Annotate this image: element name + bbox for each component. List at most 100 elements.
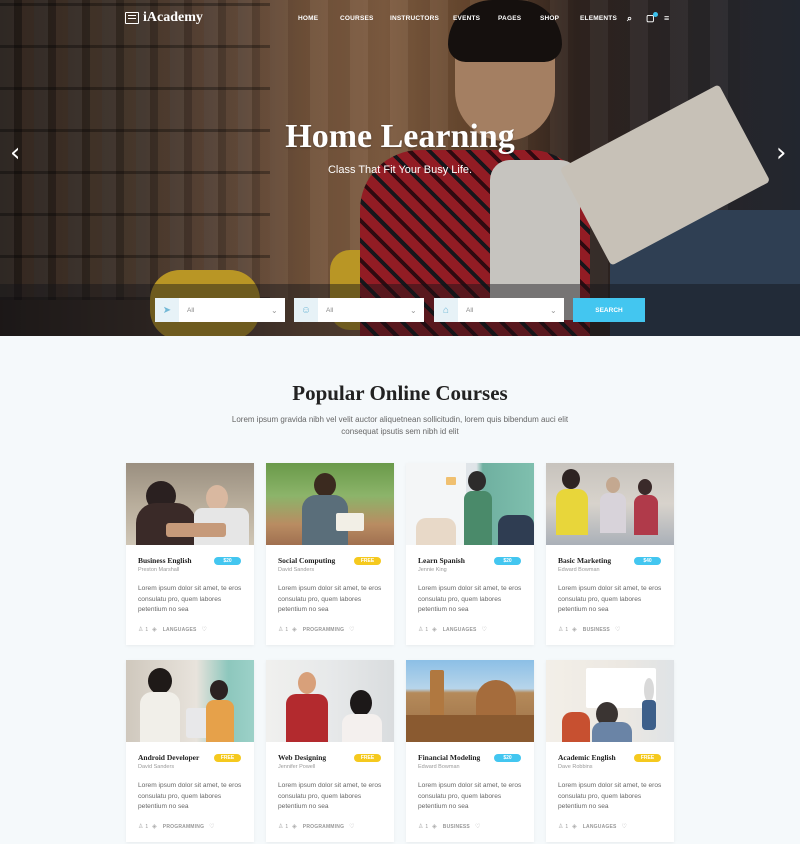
course-image[interactable] <box>406 463 534 545</box>
course-category[interactable]: LANGUAGES <box>443 627 477 633</box>
menu-icon[interactable]: ≡ <box>664 13 669 23</box>
category-select[interactable]: ⌂ All ⌄ <box>434 298 564 322</box>
cart-count-badge <box>653 12 658 17</box>
course-card[interactable]: Android Developer FREE David Sanders Lorem … <box>126 660 254 842</box>
course-category[interactable]: LANGUAGES <box>163 627 197 633</box>
course-card[interactable]: Basic Marketing $40 Edward Bowman Lorem ips… <box>546 463 674 645</box>
price-badge: FREE <box>354 754 381 762</box>
course-title[interactable]: Learn Spanish <box>418 556 465 565</box>
chevron-down-icon: ⌄ <box>410 305 417 315</box>
heart-icon[interactable]: ♡ <box>202 626 207 633</box>
course-title[interactable]: Business English <box>138 556 192 565</box>
course-description: Lorem ipsum dolor sit amet, te eros cons… <box>278 782 382 810</box>
user-icon: ♙ <box>418 627 424 633</box>
course-category[interactable]: LANGUAGES <box>583 824 617 830</box>
student-count: 1 <box>145 823 149 830</box>
course-description: Lorem ipsum dolor sit amet, te eros cons… <box>138 585 242 613</box>
heart-icon[interactable]: ♡ <box>475 823 480 830</box>
course-meta: ♙ 1 ◈ PROGRAMMING ♡ <box>278 626 357 634</box>
course-image[interactable] <box>546 660 674 742</box>
nav-shop[interactable]: SHOP <box>540 15 559 22</box>
nav-instructors[interactable]: INSTRUCTORS <box>390 15 439 22</box>
course-title[interactable]: Financial Modeling <box>418 753 480 762</box>
user-icon: ♙ <box>278 627 284 633</box>
brand-name: iAcademy <box>143 10 203 25</box>
location-select[interactable]: ➤ All ⌄ <box>155 298 285 322</box>
course-title[interactable]: Academic English <box>558 753 616 762</box>
course-category[interactable]: BUSINESS <box>583 627 610 633</box>
course-title[interactable]: Social Computing <box>278 556 335 565</box>
nav-elements[interactable]: ELEMENTS <box>580 15 617 22</box>
course-title[interactable]: Web Designing <box>278 753 326 762</box>
user-icon: ♙ <box>558 824 564 830</box>
tag-icon: ◈ <box>432 824 437 830</box>
course-instructor[interactable]: Preston Marshall <box>138 567 179 573</box>
section-description: Lorem ipsum gravida nibh vel velit aucto… <box>231 415 569 436</box>
course-description: Lorem ipsum dolor sit amet, te eros cons… <box>418 585 522 613</box>
heart-icon[interactable]: ♡ <box>622 823 627 830</box>
user-icon: ♙ <box>138 627 144 633</box>
course-card[interactable]: Web Designing FREE Jennifer Powell Lorem ip… <box>266 660 394 842</box>
course-image[interactable] <box>126 463 254 545</box>
tag-icon: ◈ <box>432 627 437 633</box>
tag-icon: ◈ <box>292 824 297 830</box>
search-button[interactable]: SEARCH <box>573 298 645 322</box>
course-meta: ♙ 1 ◈ LANGUAGES ♡ <box>138 626 209 634</box>
course-description: Lorem ipsum dolor sit amet, te eros cons… <box>278 585 382 613</box>
course-instructor[interactable]: Jennifer Powell <box>278 764 315 770</box>
user-icon: ♙ <box>418 824 424 830</box>
nav-home[interactable]: HOME <box>298 15 318 22</box>
course-category[interactable]: BUSINESS <box>443 824 470 830</box>
nav-events[interactable]: EVENTS <box>453 15 480 22</box>
heart-icon[interactable]: ♡ <box>615 626 620 633</box>
course-meta: ♙ 1 ◈ LANGUAGES ♡ <box>418 626 489 634</box>
course-instructor[interactable]: Edward Bowman <box>418 764 460 770</box>
course-image[interactable] <box>266 463 394 545</box>
course-image[interactable] <box>546 463 674 545</box>
course-card[interactable]: Business English $20 Preston Marshall Lorem… <box>126 463 254 645</box>
course-title[interactable]: Basic Marketing <box>558 556 611 565</box>
heart-icon[interactable]: ♡ <box>349 626 354 633</box>
heart-icon[interactable]: ♡ <box>482 626 487 633</box>
search-icon[interactable]: ⌕ <box>627 13 632 24</box>
course-card[interactable]: Academic English FREE Dave Robbins Lorem ip… <box>546 660 674 842</box>
course-card[interactable]: Financial Modeling $20 Edward Bowman Lorem … <box>406 660 534 842</box>
tag-icon: ◈ <box>292 627 297 633</box>
instructor-select[interactable]: ☺ All ⌄ <box>294 298 424 322</box>
tag-icon: ◈ <box>572 824 577 830</box>
hero-subtitle: Class That Fit Your Busy Life. <box>327 164 473 176</box>
course-category[interactable]: PROGRAMMING <box>163 824 204 830</box>
course-category[interactable]: PROGRAMMING <box>303 824 344 830</box>
course-meta: ♙ 1 ◈ BUSINESS ♡ <box>418 823 482 831</box>
course-instructor[interactable]: Dave Robbins <box>558 764 593 770</box>
map-pin-icon: ➤ <box>155 298 179 322</box>
course-image[interactable] <box>266 660 394 742</box>
nav-pages[interactable]: PAGES <box>498 15 521 22</box>
course-instructor[interactable]: David Sanders <box>138 764 174 770</box>
course-instructor[interactable]: Jennie King <box>418 567 447 573</box>
price-badge: $20 <box>494 754 521 762</box>
student-count: 1 <box>425 626 429 633</box>
course-category[interactable]: PROGRAMMING <box>303 627 344 633</box>
course-image[interactable] <box>406 660 534 742</box>
heart-icon[interactable]: ♡ <box>209 823 214 830</box>
heart-icon[interactable]: ♡ <box>349 823 354 830</box>
site-logo[interactable]: iAcademy <box>125 10 203 26</box>
course-instructor[interactable]: Edward Bowman <box>558 567 600 573</box>
course-description: Lorem ipsum dolor sit amet, te eros cons… <box>418 782 522 810</box>
course-meta: ♙ 1 ◈ BUSINESS ♡ <box>558 626 622 634</box>
course-card[interactable]: Social Computing FREE David Sanders Lorem i… <box>266 463 394 645</box>
price-badge: FREE <box>634 754 661 762</box>
user-icon: ☺ <box>294 298 318 322</box>
course-card[interactable]: Learn Spanish $20 Jennie King Lorem ipsum d… <box>406 463 534 645</box>
course-image[interactable] <box>126 660 254 742</box>
nav-courses[interactable]: COURSES <box>340 15 374 22</box>
chevron-down-icon: ⌄ <box>550 305 557 315</box>
slider-prev-arrow-icon[interactable]: ‹ <box>10 140 20 166</box>
course-title[interactable]: Android Developer <box>138 753 199 762</box>
course-description: Lorem ipsum dolor sit amet, te eros cons… <box>558 585 662 613</box>
user-icon: ♙ <box>558 627 564 633</box>
tag-icon: ◈ <box>152 824 157 830</box>
slider-next-arrow-icon[interactable]: › <box>776 140 786 166</box>
course-instructor[interactable]: David Sanders <box>278 567 314 573</box>
